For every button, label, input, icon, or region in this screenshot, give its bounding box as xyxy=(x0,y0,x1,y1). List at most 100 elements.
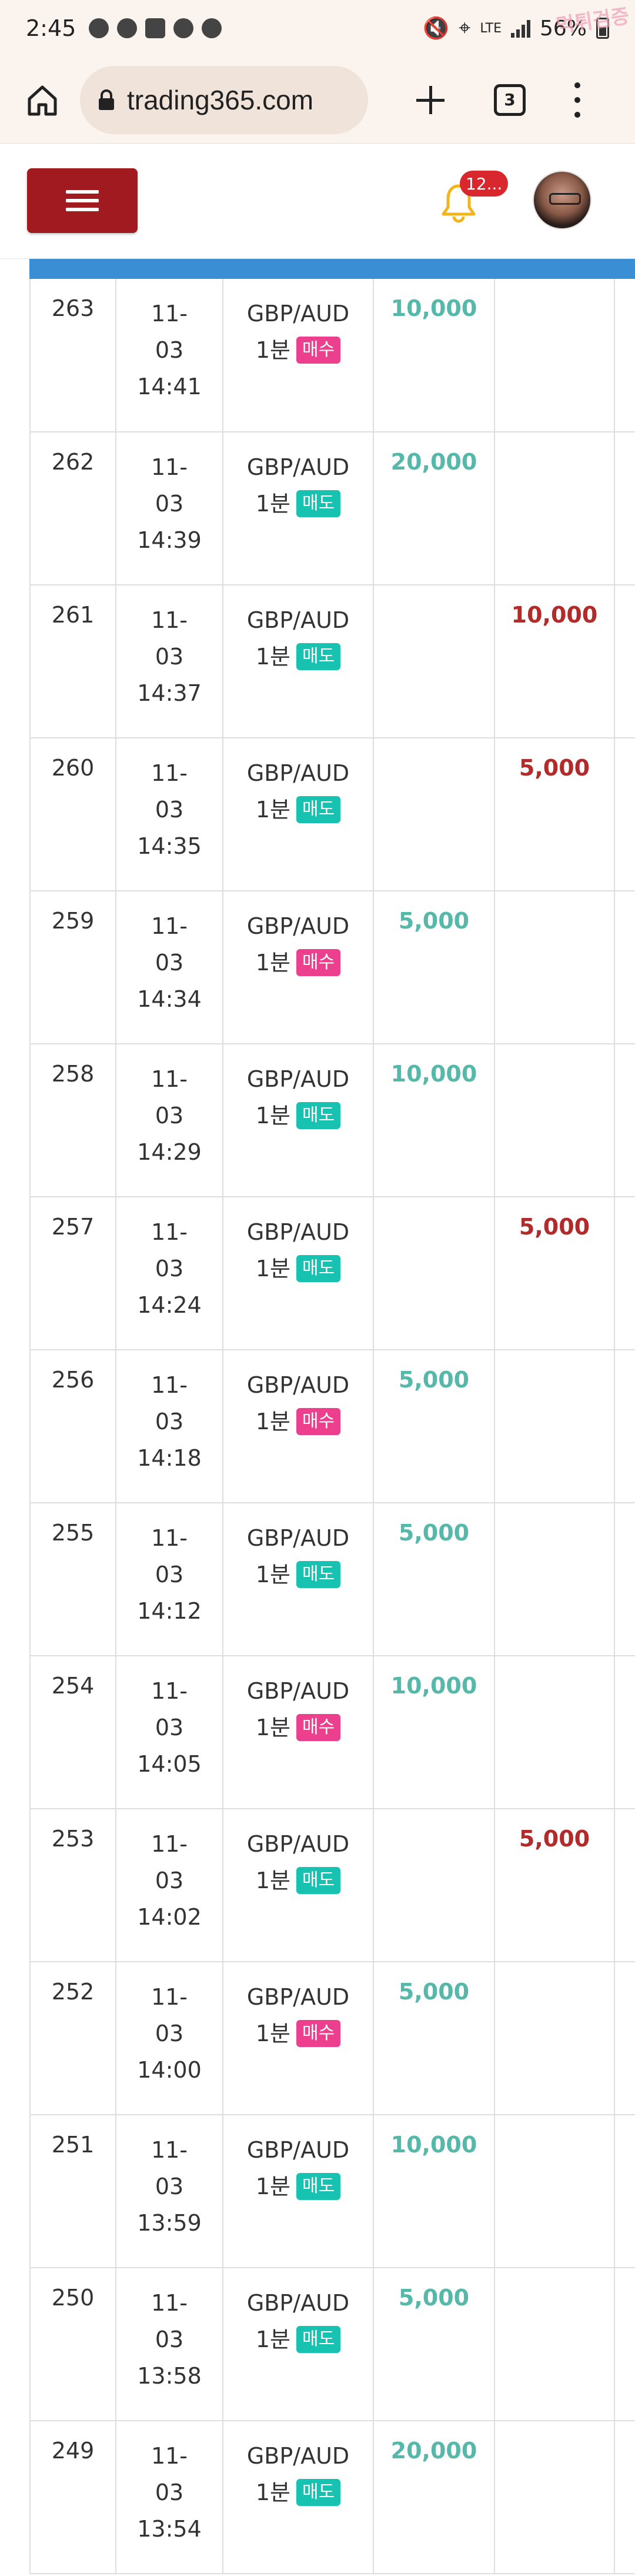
trade-symbol-cell: GBP/AUD 1분 매도 xyxy=(222,585,374,738)
trade-history-table: 263 11- 03 14:41 GBP/AUD 1분 매수 10,000 262 11- 03 14… xyxy=(29,259,635,2576)
trade-period: 1분 xyxy=(255,1256,290,1282)
trade-day: 03 xyxy=(155,1103,184,1129)
trade-datetime: 11- 03 13:54 xyxy=(115,2421,223,2574)
trade-time: 13:59 xyxy=(137,2210,202,2236)
trade-datetime: 11- 03 14:05 xyxy=(115,1656,223,1809)
trade-datetime: 11- 03 13:58 xyxy=(115,2268,223,2421)
trade-month: 11- xyxy=(151,454,188,480)
trade-time: 14:12 xyxy=(137,1598,202,1624)
win-amount-text: 20,000 xyxy=(390,449,477,475)
url-text[interactable]: trading365.com xyxy=(127,84,313,116)
win-amount: 20,000 xyxy=(373,432,495,585)
trade-symbol-cell: GBP/AUD 1분 매도 xyxy=(222,1197,374,1350)
buy-badge: 매수 xyxy=(296,337,341,364)
trade-symbol-cell: GBP/AUD 1분 매도 xyxy=(222,2115,374,2268)
loss-amount-text: 5,000 xyxy=(519,1826,590,1852)
notification-icons xyxy=(89,18,222,38)
mute-icon: 🔇 xyxy=(423,16,450,41)
lock-icon[interactable] xyxy=(98,89,115,111)
notification-badge[interactable]: 12... xyxy=(460,171,509,197)
trade-time: 14:29 xyxy=(137,1139,202,1165)
trade-number: 249 xyxy=(29,2421,116,2574)
loss-amount-text: 5,000 xyxy=(519,755,590,781)
trade-time: 14:00 xyxy=(137,2057,202,2083)
trade-month: 11- xyxy=(151,1066,188,1092)
trade-symbol: GBP/AUD xyxy=(246,913,350,939)
trade-number: 254 xyxy=(29,1656,116,1809)
trade-symbol-cell: GBP/AUD 1분 매수 xyxy=(222,1656,374,1809)
browser-toolbar: trading365.com 3 xyxy=(0,56,635,144)
table-row: 262 11- 03 14:39 GBP/AUD 1분 매도 20,000 xyxy=(29,432,635,585)
avatar[interactable] xyxy=(533,171,591,229)
table-row: 249 11- 03 13:54 GBP/AUD 1분 매도 20,000 xyxy=(29,2421,635,2574)
table-row: 254 11- 03 14:05 GBP/AUD 1분 매수 10,000 xyxy=(29,1656,635,1809)
trade-datetime: 11- 03 14:35 xyxy=(115,738,223,891)
table-row: 250 11- 03 13:58 GBP/AUD 1분 매도 5,000 xyxy=(29,2268,635,2421)
trade-time: 14:18 xyxy=(137,1445,202,1471)
trade-symbol: GBP/AUD xyxy=(246,1525,350,1551)
watermark-logo: 먹튀검증 xyxy=(554,4,631,38)
win-amount: 10,000 xyxy=(373,279,495,432)
trade-number: 258 xyxy=(29,1044,116,1197)
trade-time: 14:02 xyxy=(137,1904,202,1930)
trade-symbol: GBP/AUD xyxy=(246,2443,350,2469)
win-amount-text: 5,000 xyxy=(398,908,470,934)
trade-number: 251 xyxy=(29,2115,116,2268)
trade-period: 1분 xyxy=(255,1103,290,1129)
buy-badge: 매수 xyxy=(296,2020,341,2047)
extra-column xyxy=(614,1962,635,2115)
browser-menu-icon[interactable] xyxy=(572,82,583,118)
extra-column xyxy=(614,2421,635,2574)
trade-number-text: 254 xyxy=(51,1673,95,1699)
buy-badge: 매수 xyxy=(296,949,341,976)
trade-period: 1분 xyxy=(255,644,290,670)
trade-day: 03 xyxy=(155,1562,184,1587)
trade-number-text: 251 xyxy=(51,2132,95,2158)
trade-time: 13:54 xyxy=(137,2516,202,2542)
trade-datetime: 11- 03 14:39 xyxy=(115,432,223,585)
sell-badge: 매도 xyxy=(296,490,341,517)
status-bar: 2:45 🔇 ⌖ LTE 56% 먹튀검증 xyxy=(0,0,635,56)
menu-button[interactable] xyxy=(27,168,138,233)
sell-badge: 매도 xyxy=(296,1561,341,1588)
trade-period: 1분 xyxy=(255,950,290,976)
trade-symbol-cell: GBP/AUD 1분 매도 xyxy=(222,1044,374,1197)
trade-month: 11- xyxy=(151,1525,188,1551)
trade-datetime: 11- 03 14:34 xyxy=(115,891,223,1044)
win-amount-text: 10,000 xyxy=(390,2132,477,2158)
trade-symbol-cell: GBP/AUD 1분 매도 xyxy=(222,738,374,891)
extra-column xyxy=(614,1809,635,1962)
trade-symbol: GBP/AUD xyxy=(246,1678,350,1704)
trade-number: 263 xyxy=(29,279,116,432)
trade-month: 11- xyxy=(151,1984,188,2010)
trade-month: 11- xyxy=(151,913,188,939)
win-amount: 20,000 xyxy=(373,2421,495,2574)
win-amount-text: 5,000 xyxy=(398,1367,470,1393)
loss-amount-text: 5,000 xyxy=(519,1214,590,1240)
trade-datetime: 11- 03 14:24 xyxy=(115,1197,223,1350)
trade-symbol-cell: GBP/AUD 1분 매수 xyxy=(222,891,374,1044)
trade-datetime: 11- 03 14:00 xyxy=(115,1962,223,2115)
trade-period: 1분 xyxy=(255,1562,290,1587)
trade-month: 11- xyxy=(151,1678,188,1704)
trade-period: 1분 xyxy=(255,2480,290,2505)
signal-icon xyxy=(510,19,530,38)
trade-period: 1분 xyxy=(255,2327,290,2352)
table-row: 258 11- 03 14:29 GBP/AUD 1분 매도 10,000 xyxy=(29,1044,635,1197)
home-icon[interactable] xyxy=(24,81,61,119)
win-amount-text: 5,000 xyxy=(398,2285,470,2311)
tab-switcher-button[interactable]: 3 xyxy=(494,84,526,116)
win-amount: 10,000 xyxy=(373,1656,495,1809)
win-amount: 5,000 xyxy=(373,1962,495,2115)
network-label: LTE xyxy=(480,21,502,36)
sell-badge: 매도 xyxy=(296,1867,341,1894)
trade-number-text: 258 xyxy=(51,1061,95,1087)
address-bar[interactable]: trading365.com xyxy=(80,65,368,134)
loss-amount xyxy=(494,1350,615,1503)
trade-period: 1분 xyxy=(255,491,290,517)
new-tab-icon[interactable] xyxy=(413,82,448,118)
trade-symbol-cell: GBP/AUD 1분 매도 xyxy=(222,1503,374,1656)
trade-time: 14:35 xyxy=(137,833,202,859)
win-amount: 5,000 xyxy=(373,1503,495,1656)
trade-day: 03 xyxy=(155,337,184,363)
